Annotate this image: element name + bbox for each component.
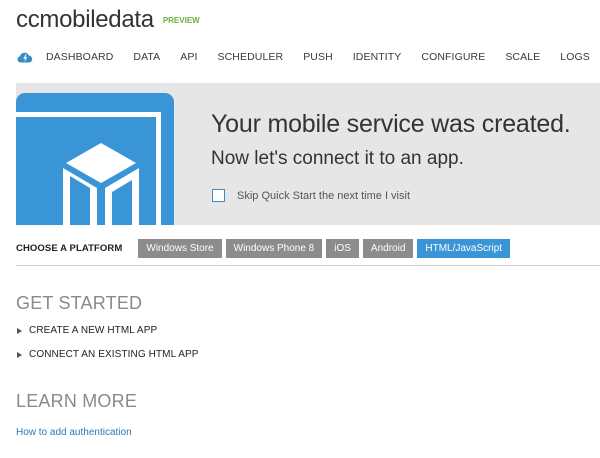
app-title: ccmobiledata — [16, 6, 154, 33]
nav-dashboard[interactable]: DASHBOARD — [46, 51, 113, 63]
nav-logs[interactable]: LOGS — [560, 51, 590, 63]
learn-more-heading: LEARN MORE — [16, 391, 138, 411]
nav-identity[interactable]: IDENTITY — [353, 51, 402, 63]
platform-label: CHOOSE A PLATFORM — [16, 242, 123, 254]
nav-scale[interactable]: SCALE — [505, 51, 540, 63]
add-authentication-link[interactable]: How to add authentication — [16, 427, 132, 438]
top-nav: DASHBOARD DATA API SCHEDULER PUSH IDENTI… — [16, 46, 590, 68]
quickstart-banner: Your mobile service was created. Now let… — [16, 83, 600, 225]
platform-tab-ios[interactable]: iOS — [326, 238, 359, 258]
nav-api[interactable]: API — [180, 51, 197, 63]
banner-heading: Your mobile service was created. — [211, 110, 571, 138]
banner-subheading: Now let's connect it to an app. — [211, 148, 464, 169]
app-header: ccmobiledata PREVIEW — [16, 6, 200, 36]
skip-quickstart-option[interactable]: Skip Quick Start the next time I visit — [212, 189, 410, 202]
nav-configure[interactable]: CONFIGURE — [421, 51, 485, 63]
nav-data[interactable]: DATA — [133, 51, 160, 63]
platform-tab-windows-phone-8[interactable]: Windows Phone 8 — [225, 238, 323, 258]
platform-selector: CHOOSE A PLATFORM Windows Store Windows … — [16, 235, 600, 261]
preview-badge: PREVIEW — [162, 16, 200, 25]
expand-arrow-icon — [17, 327, 22, 334]
expander-label: CONNECT AN EXISTING HTML APP — [29, 349, 199, 360]
mobile-device-cube-icon — [16, 93, 174, 225]
skip-quickstart-checkbox[interactable] — [212, 189, 225, 202]
expand-arrow-icon — [17, 351, 22, 358]
skip-quickstart-label: Skip Quick Start the next time I visit — [237, 189, 411, 202]
nav-scheduler[interactable]: SCHEDULER — [218, 51, 284, 63]
platform-tab-android[interactable]: Android — [362, 238, 414, 258]
get-started-heading: GET STARTED — [16, 293, 143, 313]
section-divider — [16, 265, 600, 266]
nav-push[interactable]: PUSH — [303, 51, 333, 63]
cloud-lightning-icon[interactable] — [16, 49, 34, 65]
platform-tab-html-javascript[interactable]: HTML/JavaScript — [417, 238, 511, 258]
create-new-html-app-expander[interactable]: CREATE A NEW HTML APP — [17, 325, 157, 336]
expander-label: CREATE A NEW HTML APP — [29, 325, 158, 336]
platform-tab-windows-store[interactable]: Windows Store — [138, 238, 222, 258]
connect-existing-html-app-expander[interactable]: CONNECT AN EXISTING HTML APP — [17, 349, 199, 360]
